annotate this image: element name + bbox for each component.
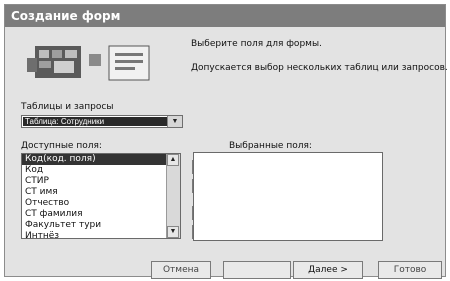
list-item[interactable]: Факультет тури [22,220,180,231]
selected-fields-label: Выбранные поля: [229,141,312,151]
scroll-up-icon[interactable]: ▲ [167,154,179,166]
list-item[interactable]: Код [22,165,180,176]
chevron-down-icon[interactable]: ▼ [167,116,182,127]
next-button[interactable]: Далее > [293,261,363,279]
dialog-title: Создание форм [5,5,445,27]
list-item[interactable]: Код(код. поля) [22,154,180,165]
hint-select-fields: Выберите поля для формы. [191,39,322,49]
list-item[interactable]: СТИР [22,176,180,187]
scroll-down-icon[interactable]: ▼ [167,226,179,238]
finish-button[interactable]: Готово [378,261,442,279]
hint-multiple-tables: Допускается выбор нескольких таблиц или … [191,63,448,73]
form-wizard-dialog: Создание форм Выберите поля для формы. Д… [4,4,448,279]
list-item[interactable]: СТ фамилия [22,209,180,220]
available-fields-label: Доступные поля: [21,141,102,151]
tables-select-value: Таблица: Сотрудники [23,117,167,126]
back-button[interactable] [223,261,291,279]
selected-fields-list[interactable] [193,152,383,241]
list-item[interactable]: Интнёз [22,231,180,238]
vertical-scrollbar[interactable]: ▲ ▼ [166,154,180,238]
available-fields-list[interactable]: Код(код. поля) Код СТИР СТ имя Отчество … [21,153,181,239]
list-item[interactable]: СТ имя [22,187,180,198]
tables-select[interactable]: Таблица: Сотрудники ▼ [21,115,183,128]
list-item[interactable]: Отчество [22,198,180,209]
cancel-button[interactable]: Отмена [151,261,211,279]
wizard-illustration [19,38,179,90]
tables-label: Таблицы и запросы [21,102,114,112]
